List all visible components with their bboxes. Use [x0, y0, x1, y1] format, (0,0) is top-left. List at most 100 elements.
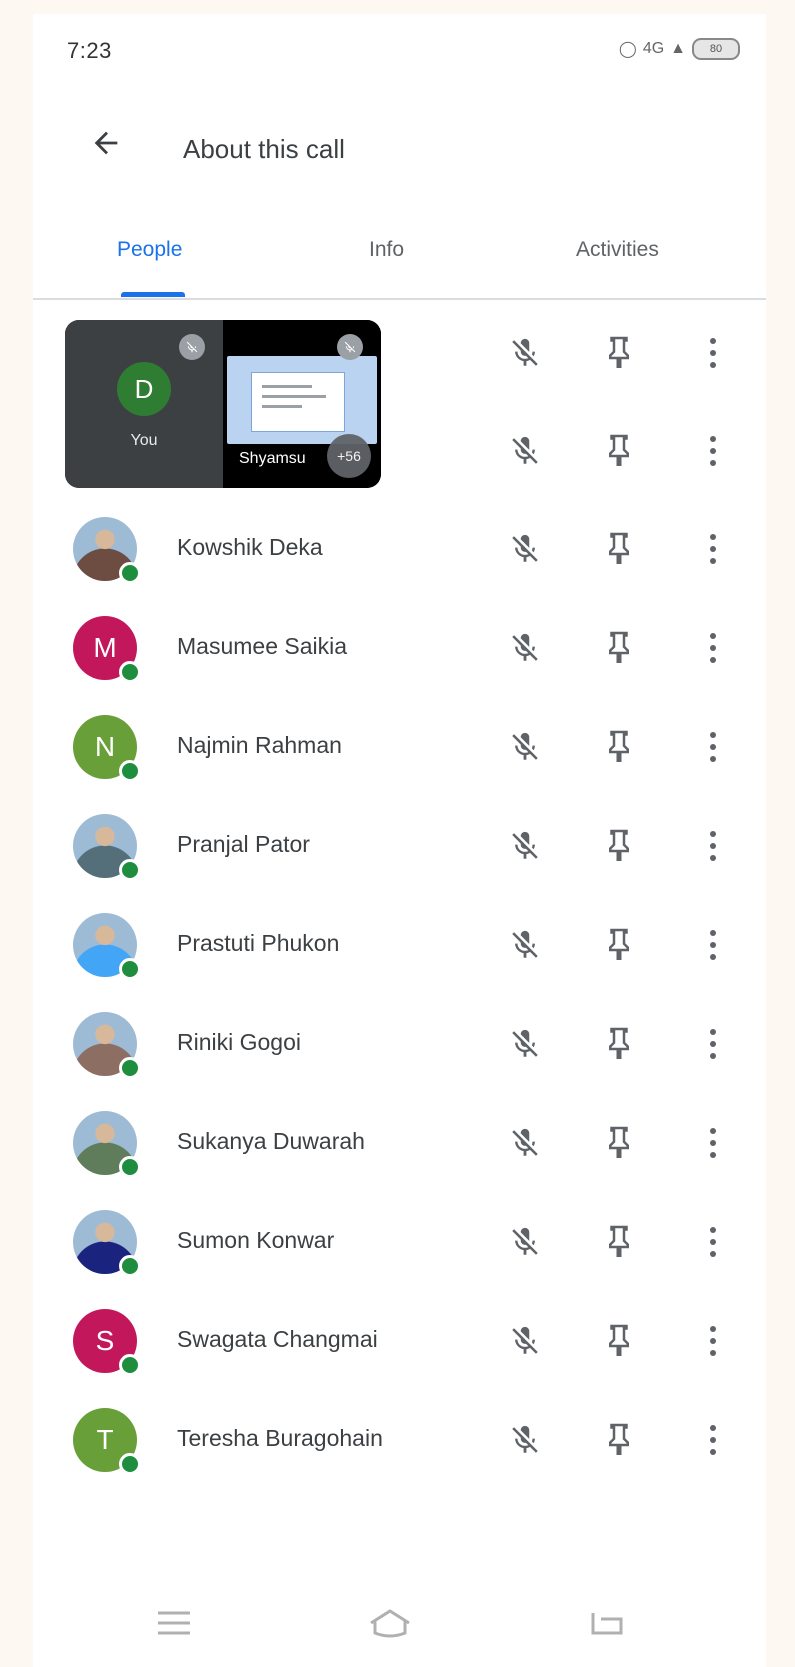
participant-controls: [466, 1395, 766, 1485]
online-status-dot: [119, 760, 141, 782]
mute-button[interactable]: [500, 1415, 550, 1465]
participant-row[interactable]: Sumon Konwar: [33, 1197, 766, 1296]
pin-button[interactable]: [594, 426, 644, 476]
home-nav-button[interactable]: [365, 1601, 415, 1645]
mic-off-icon: [512, 1425, 538, 1453]
tab-activities[interactable]: Activities: [576, 238, 659, 262]
more-options-button[interactable]: [688, 426, 738, 476]
participant-name: Najmin Rahman: [177, 732, 342, 758]
menu-icon: [158, 1611, 190, 1635]
mute-button[interactable]: [500, 524, 550, 574]
participant-controls: [466, 1296, 766, 1386]
participant-name: Prastuti Phukon: [177, 930, 340, 956]
tile-mic-off-icon: [337, 334, 363, 360]
mute-button[interactable]: [500, 1217, 550, 1267]
participant-controls: [466, 702, 766, 792]
pin-button[interactable]: [594, 821, 644, 871]
more-vert-icon: [710, 534, 716, 564]
more-options-button[interactable]: [688, 1217, 738, 1267]
mute-button[interactable]: [500, 426, 550, 476]
participant-controls: [466, 1098, 766, 1188]
pin-icon: [609, 1126, 629, 1158]
tab-bar: People Info Activities: [33, 214, 766, 300]
participant-row[interactable]: Riniki Gogoi: [33, 999, 766, 1098]
self-avatar: D: [117, 362, 171, 416]
more-options-button[interactable]: [688, 328, 738, 378]
vibrate-icon: ◯: [618, 41, 637, 58]
more-vert-icon: [710, 930, 716, 960]
participant-row[interactable]: T Teresha Buragohain: [33, 1395, 766, 1494]
more-options-button[interactable]: [688, 1316, 738, 1366]
back-button[interactable]: [81, 118, 131, 168]
pin-icon: [609, 1027, 629, 1059]
self-tile-label: You: [130, 432, 158, 449]
pin-icon: [609, 730, 629, 762]
mic-off-icon: [512, 1326, 538, 1354]
presenter-tile-label: Shyamsu: [239, 450, 306, 467]
online-status-dot: [119, 859, 141, 881]
self-video-tile[interactable]: D You: [65, 320, 223, 488]
shared-window: [251, 372, 345, 432]
more-options-button[interactable]: [688, 821, 738, 871]
presenter-row-controls: [466, 406, 766, 496]
participant-row[interactable]: M Masumee Saikia: [33, 603, 766, 702]
mute-button[interactable]: [500, 722, 550, 772]
participant-controls: [466, 900, 766, 990]
participant-row[interactable]: Pranjal Pator: [33, 801, 766, 900]
network-label: 4G: [642, 40, 665, 57]
online-status-dot: [119, 958, 141, 980]
pin-button[interactable]: [594, 623, 644, 673]
pin-button[interactable]: [594, 722, 644, 772]
more-options-button[interactable]: [688, 1019, 738, 1069]
pin-icon: [609, 1225, 629, 1257]
mute-button[interactable]: [500, 1118, 550, 1168]
mute-button[interactable]: [500, 821, 550, 871]
pin-button[interactable]: [594, 524, 644, 574]
menu-nav-button[interactable]: [149, 1601, 199, 1645]
pin-button[interactable]: [594, 1118, 644, 1168]
pin-icon: [609, 532, 629, 564]
video-tiles[interactable]: D You Shyamsu +56: [65, 320, 381, 488]
tab-people[interactable]: People: [117, 238, 182, 262]
more-options-button[interactable]: [688, 623, 738, 673]
more-vert-icon: [710, 831, 716, 861]
pin-button[interactable]: [594, 1415, 644, 1465]
participant-row[interactable]: Prastuti Phukon: [33, 900, 766, 999]
mute-button[interactable]: [500, 328, 550, 378]
back-nav-button[interactable]: [581, 1601, 631, 1645]
app-bar: About this call: [33, 104, 766, 184]
mute-button[interactable]: [500, 623, 550, 673]
more-participants-badge[interactable]: +56: [327, 434, 371, 478]
participant-row[interactable]: Kowshik Deka: [33, 504, 766, 603]
pin-button[interactable]: [594, 1316, 644, 1366]
pin-button[interactable]: [594, 1217, 644, 1267]
page-title: About this call: [183, 134, 345, 164]
pin-icon: [609, 1324, 629, 1356]
mute-button[interactable]: [500, 1019, 550, 1069]
pin-button[interactable]: [594, 920, 644, 970]
more-options-button[interactable]: [688, 524, 738, 574]
online-status-dot: [119, 661, 141, 683]
mute-button[interactable]: [500, 1316, 550, 1366]
mute-button[interactable]: [500, 920, 550, 970]
pin-button[interactable]: [594, 328, 644, 378]
pin-button[interactable]: [594, 1019, 644, 1069]
mic-off-icon: [512, 1227, 538, 1255]
participant-row[interactable]: N Najmin Rahman: [33, 702, 766, 801]
pin-icon: [609, 1423, 629, 1455]
mic-off-icon: [512, 1029, 538, 1057]
more-vert-icon: [710, 1425, 716, 1455]
participant-row[interactable]: S Swagata Changmai: [33, 1296, 766, 1395]
more-options-button[interactable]: [688, 722, 738, 772]
mic-off-icon: [512, 831, 538, 859]
self-row-controls: [466, 308, 766, 398]
more-options-button[interactable]: [688, 920, 738, 970]
more-options-button[interactable]: [688, 1415, 738, 1465]
participant-row[interactable]: Sukanya Duwarah: [33, 1098, 766, 1197]
participant-name: Sumon Konwar: [177, 1227, 335, 1253]
status-time: 7:23: [67, 38, 112, 63]
tab-info[interactable]: Info: [369, 238, 404, 262]
more-options-button[interactable]: [688, 1118, 738, 1168]
online-status-dot: [119, 1255, 141, 1277]
participant-controls: [466, 1197, 766, 1287]
